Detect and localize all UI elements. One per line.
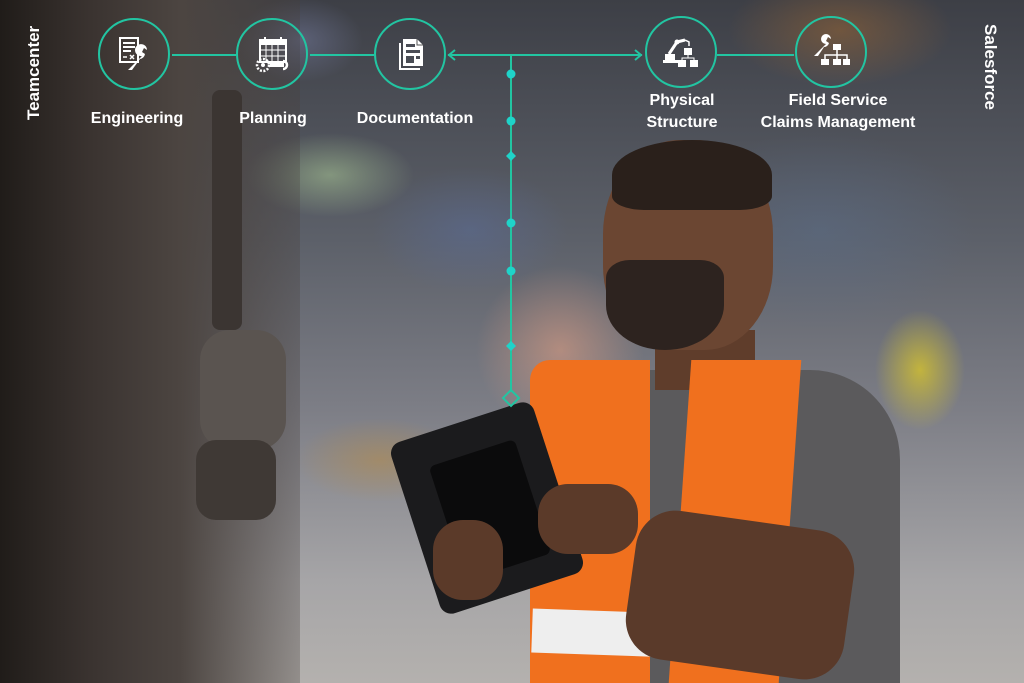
label-physical-structure-line2: Structure bbox=[646, 114, 718, 131]
label-engineering: Engineering bbox=[90, 110, 184, 127]
teamcenter-label: Teamcenter bbox=[24, 25, 43, 120]
salesforce-label: Salesforce bbox=[981, 24, 1000, 110]
node-physical-structure[interactable] bbox=[645, 16, 717, 88]
label-planning: Planning bbox=[239, 110, 307, 127]
documents-icon bbox=[399, 39, 423, 70]
marker-dot bbox=[506, 69, 516, 79]
label-field-service-line2: Claims Management bbox=[760, 114, 916, 131]
marker-diamond bbox=[506, 341, 516, 351]
integration-diagram: Teamcenter Salesforce Engineering Planni… bbox=[0, 0, 1024, 683]
marker-dot bbox=[506, 116, 516, 126]
label-documentation: Documentation bbox=[356, 110, 474, 127]
wrench-hierarchy-icon bbox=[814, 34, 850, 65]
marker-dot bbox=[506, 218, 516, 228]
node-planning[interactable] bbox=[236, 18, 308, 90]
node-documentation[interactable] bbox=[374, 18, 446, 90]
node-field-service[interactable] bbox=[795, 16, 867, 88]
document-wrench-icon bbox=[119, 37, 147, 70]
robot-arm-boxes-icon bbox=[663, 38, 698, 67]
marker-diamond bbox=[506, 151, 516, 161]
calendar-gear-wrench-icon bbox=[255, 37, 289, 73]
label-field-service-line1: Field Service bbox=[788, 92, 888, 109]
label-physical-structure-line1: Physical bbox=[649, 92, 715, 109]
marker-hollow-diamond bbox=[501, 388, 521, 408]
marker-dot bbox=[506, 266, 516, 276]
node-engineering[interactable] bbox=[98, 18, 170, 90]
